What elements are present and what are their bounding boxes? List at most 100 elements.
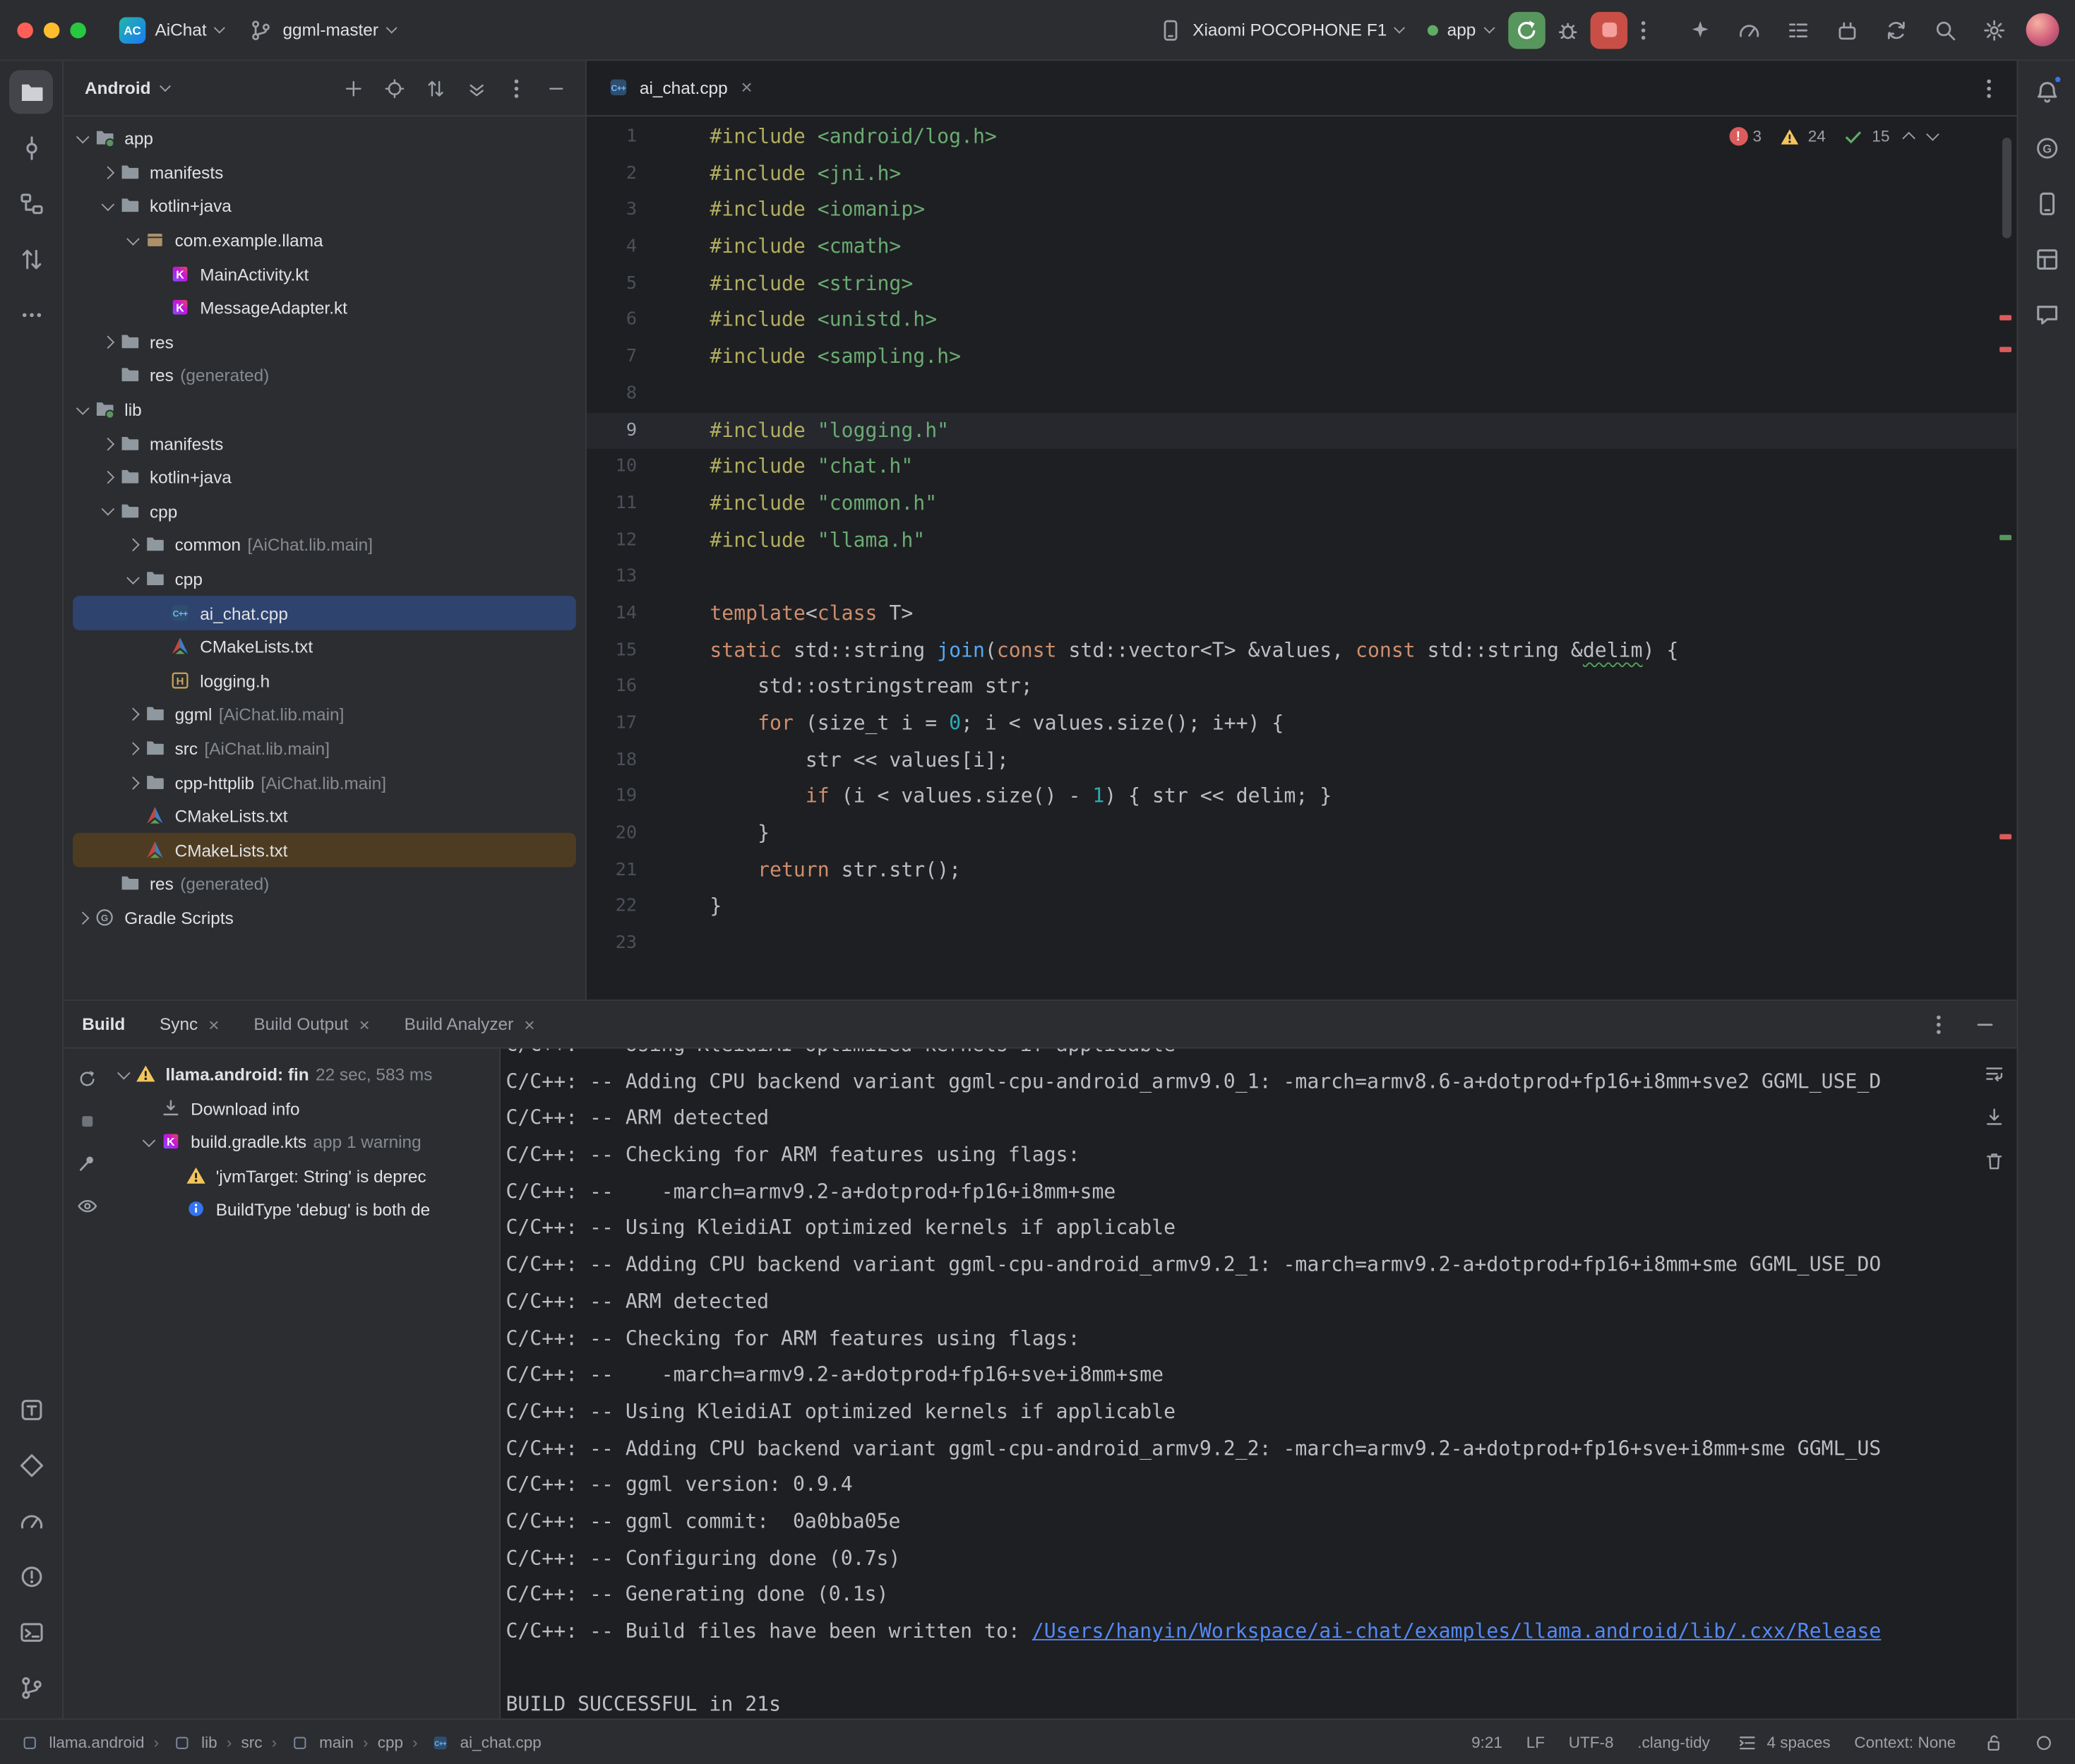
inspections-status-icon[interactable] [2030,1729,2057,1756]
gutter-line-number[interactable]: 9 [587,412,637,449]
tree-item-cmakelists-txt[interactable]: CMakeLists.txt [73,630,576,664]
tree-item-cmakelists-txt[interactable]: CMakeLists.txt [73,834,576,868]
tree-item-common[interactable]: common[AiChat.lib.main] [73,529,576,563]
lock-icon[interactable] [1980,1729,2007,1756]
project-widget[interactable]: AC AiChat [107,10,235,49]
breadcrumb-item-src[interactable]: src [241,1733,262,1751]
expand-all-button[interactable] [422,75,449,102]
gutter-line-number[interactable]: 4 [587,229,637,266]
chevron-down-icon[interactable] [160,81,170,92]
passed-indicator[interactable]: 15 [1840,123,1889,150]
code-line-2[interactable]: 2#include <jni.h> [587,156,2017,193]
code-editor[interactable]: 1#include <android/log.h>2#include <jni.… [587,116,2017,1000]
gutter-line-number[interactable]: 20 [587,815,637,852]
problems-tool-button[interactable] [9,1554,53,1598]
chevron-down-icon[interactable] [143,1134,156,1147]
pin-icon[interactable] [74,1151,101,1177]
error-stripe-mark[interactable] [1999,535,2011,540]
tree-item-cmakelists-txt[interactable]: CMakeLists.txt [73,800,576,834]
build-tab-build-output[interactable]: Build Output× [253,1014,370,1034]
add-button[interactable] [340,75,367,102]
close-tab-icon[interactable]: × [524,1015,534,1033]
tree-item-src[interactable]: src[AiChat.lib.main] [73,732,576,766]
gutter-line-number[interactable]: 22 [587,889,637,925]
code-line-22[interactable]: 22} [587,889,2017,925]
rerun-button[interactable] [1508,11,1545,49]
stop-button[interactable] [1591,11,1628,49]
profiler-tool-button[interactable] [9,1499,53,1542]
logcat-tool-button[interactable] [9,1388,53,1432]
tree-item-logging-h[interactable]: Hlogging.h [73,664,576,698]
tree-item-app[interactable]: app [73,122,576,156]
app-insights-tool-button[interactable] [2025,293,2069,337]
project-view-title[interactable]: Android [85,78,150,98]
code-line-13[interactable]: 13 [587,559,2017,596]
more-run-options-icon[interactable] [1632,18,1656,42]
device-manager-tool-button[interactable] [2025,181,2069,225]
gutter-line-number[interactable]: 10 [587,449,637,486]
code-line-9[interactable]: 9#include "logging.h" [587,412,2017,449]
tree-item-res[interactable]: res(generated) [73,868,576,901]
code-line-12[interactable]: 12#include "llama.h" [587,522,2017,559]
breadcrumb-item-ai-chat-cpp[interactable]: C++ai_chat.cpp [427,1729,542,1756]
close-tab-icon[interactable]: × [359,1015,370,1033]
close-window-button[interactable] [17,22,33,38]
gutter-line-number[interactable]: 11 [587,486,637,522]
warnings-indicator[interactable]: 24 [1776,123,1826,150]
code-line-20[interactable]: 20 } [587,815,2017,852]
terminal-tool-button[interactable] [9,1610,53,1654]
chevron-right-icon[interactable] [126,742,140,755]
gutter-line-number[interactable]: 7 [587,339,637,376]
code-line-15[interactable]: 15static std::string join(const std::vec… [587,632,2017,669]
todo-list-icon[interactable] [1785,16,1812,43]
code-line-10[interactable]: 10#include "chat.h" [587,449,2017,486]
build-tab-build-analyzer[interactable]: Build Analyzer× [405,1014,535,1034]
chevron-down-icon[interactable] [126,232,140,245]
clang-tidy-widget[interactable]: .clang-tidy [1637,1733,1710,1751]
editor-tab-ai-chat-cpp[interactable]: C++ ai_chat.cpp × [592,61,768,115]
chevron-down-icon[interactable] [76,401,90,414]
error-stripe-mark[interactable] [1999,347,2011,352]
scroll-to-end-icon[interactable] [1981,1104,2008,1131]
panel-options-icon[interactable] [505,76,529,100]
build-tree-item[interactable]: Download info [112,1091,500,1125]
tab-options-icon[interactable] [1977,76,2001,100]
tree-item-manifests[interactable]: manifests [73,156,576,190]
line-separator-widget[interactable]: LF [1526,1733,1545,1751]
code-line-16[interactable]: 16 std::ostringstream str; [587,669,2017,706]
debug-button[interactable] [1549,11,1586,49]
gutter-line-number[interactable]: 12 [587,522,637,559]
chevron-right-icon[interactable] [126,708,140,721]
code-line-3[interactable]: 3#include <iomanip> [587,193,2017,229]
gutter-line-number[interactable]: 3 [587,193,637,229]
plugins-icon[interactable] [1834,16,1861,43]
tree-item-mainactivity-kt[interactable]: KMainActivity.kt [73,258,576,292]
ai-assistant-icon[interactable] [1687,16,1714,43]
tree-item-gradle-scripts[interactable]: GGradle Scripts [73,901,576,935]
inspections-widget[interactable]: ! 3 24 15 [1729,123,1937,150]
tree-item-kotlin-java[interactable]: kotlin+java [73,190,576,224]
run-configuration-selector[interactable]: app [1416,13,1505,47]
soft-wrap-icon[interactable] [1981,1060,2008,1087]
gutter-line-number[interactable]: 2 [587,156,637,193]
build-variants-tool-button[interactable] [9,1443,53,1487]
gutter-line-number[interactable]: 14 [587,596,637,632]
tree-item-cpp[interactable]: cpp [73,563,576,596]
code-line-8[interactable]: 8 [587,376,2017,412]
tree-item-ggml[interactable]: ggml[AiChat.lib.main] [73,698,576,732]
panel-options-icon[interactable] [1927,1012,1951,1036]
tree-item-ai-chat-cpp[interactable]: C++ai_chat.cpp [73,596,576,630]
indent-widget[interactable]: 4 spaces [1734,1729,1831,1756]
chevron-right-icon[interactable] [126,539,140,552]
build-tree-item[interactable]: llama.android: fin22 sec, 583 ms [112,1058,500,1092]
caret-position-widget[interactable]: 9:21 [1471,1733,1502,1751]
error-stripe[interactable] [1996,116,2017,1000]
breadcrumb-item-main[interactable]: main [286,1729,354,1756]
locate-file-button[interactable] [381,75,408,102]
gutter-line-number[interactable]: 15 [587,632,637,669]
gutter-line-number[interactable]: 21 [587,852,637,889]
clear-console-icon[interactable] [1981,1148,2008,1175]
build-tree-item[interactable]: Kbuild.gradle.ktsapp 1 warning [112,1125,500,1159]
chevron-down-icon[interactable] [126,571,140,584]
tree-item-messageadapter-kt[interactable]: KMessageAdapter.kt [73,292,576,325]
